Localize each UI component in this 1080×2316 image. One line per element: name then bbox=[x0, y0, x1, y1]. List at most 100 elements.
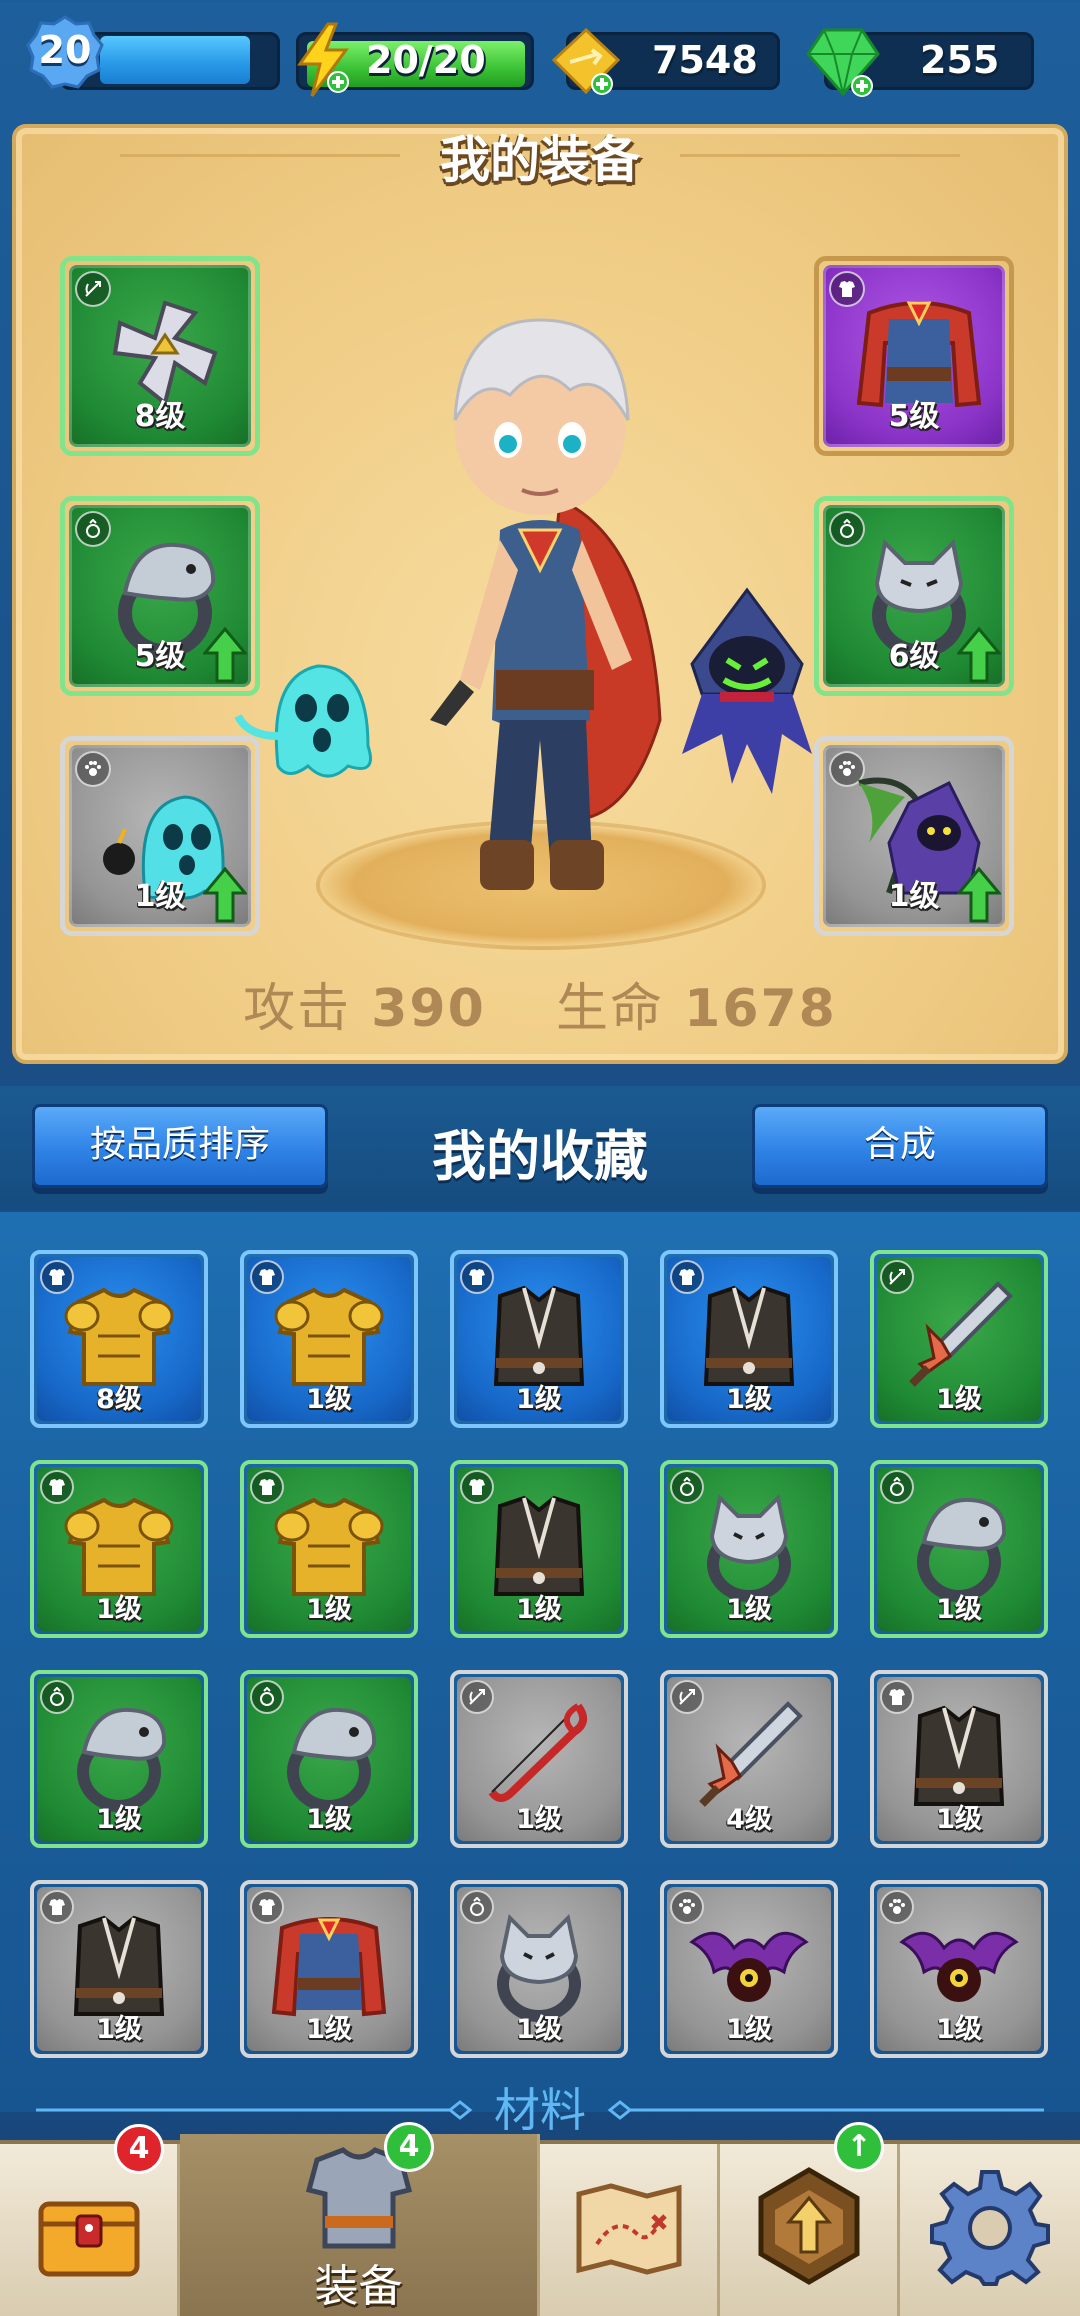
collection-item[interactable]: 1级 bbox=[450, 1880, 628, 2058]
merge-button[interactable]: 合成 bbox=[752, 1104, 1048, 1188]
item-level: 1级 bbox=[726, 2014, 772, 2045]
chest-notification-badge: 4 bbox=[114, 2124, 164, 2174]
collection-item[interactable]: 1级 bbox=[870, 1460, 1048, 1638]
bottom-navigation: 装备 4 4 ↑ bbox=[0, 2122, 1080, 2316]
hp-label: 生命 bbox=[556, 979, 665, 1039]
item-level: 1级 bbox=[96, 1804, 142, 1835]
gold-armor-icon bbox=[274, 1287, 384, 1386]
slot-level: 5级 bbox=[134, 639, 186, 674]
wolf-ring-icon bbox=[497, 1913, 581, 2022]
equipment-notification-badge: 4 bbox=[384, 2122, 434, 2172]
equip-slot-armor[interactable]: 5级 bbox=[814, 256, 1014, 456]
equip-slot-pet-2[interactable]: 1级 bbox=[814, 736, 1014, 936]
collection-item[interactable]: 1级 bbox=[240, 1250, 418, 1428]
collection-item[interactable]: 4级 bbox=[660, 1670, 838, 1848]
nav-tab-settings[interactable] bbox=[900, 2144, 1080, 2316]
gold-coin-icon[interactable] bbox=[548, 26, 624, 98]
item-level: 1级 bbox=[96, 1594, 142, 1625]
treasure-map-icon bbox=[576, 2183, 681, 2275]
collection-title: 我的收藏 bbox=[432, 1125, 648, 1188]
upgrade-notification-badge: ↑ bbox=[834, 2122, 884, 2172]
hero-character[interactable] bbox=[400, 300, 680, 900]
collection-item[interactable]: 1级 bbox=[30, 1460, 208, 1638]
cape-armor-icon bbox=[271, 1917, 387, 2017]
equip-slot-ring-2[interactable]: 6级 bbox=[814, 496, 1014, 696]
collection-item[interactable]: 1级 bbox=[870, 1250, 1048, 1428]
reaper-pet-companion[interactable] bbox=[672, 584, 822, 824]
collection-item[interactable]: 1级 bbox=[240, 1460, 418, 1638]
gold-value: 7548 bbox=[652, 38, 758, 82]
level-progress-fill bbox=[100, 36, 250, 84]
collection-item[interactable]: 8级 bbox=[30, 1250, 208, 1428]
red-bow-icon bbox=[488, 1703, 588, 1802]
nav-tab-chest[interactable] bbox=[0, 2144, 180, 2316]
collection-item[interactable]: 1级 bbox=[450, 1670, 628, 1848]
attack-label: 攻击 bbox=[243, 979, 352, 1039]
energy-value: 20/20 bbox=[366, 38, 486, 82]
slot-level: 1级 bbox=[134, 879, 186, 914]
attack-value: 390 bbox=[371, 979, 486, 1039]
item-level: 1级 bbox=[516, 2014, 562, 2045]
nav-tab-map[interactable] bbox=[540, 2144, 720, 2316]
settings-gear-icon bbox=[930, 2170, 1050, 2286]
collection-item[interactable]: 1级 bbox=[240, 1670, 418, 1848]
nav-equipment-label: 装备 bbox=[314, 2261, 403, 2312]
snake-ring-icon bbox=[287, 1707, 377, 1812]
item-level: 1级 bbox=[516, 1384, 562, 1415]
item-level: 1级 bbox=[726, 1594, 772, 1625]
collection-item[interactable]: 1级 bbox=[660, 1880, 838, 2058]
item-level: 1级 bbox=[306, 2014, 352, 2045]
nav-tab-upgrade[interactable] bbox=[720, 2144, 900, 2316]
energy-lightning-icon[interactable] bbox=[290, 22, 360, 98]
snake-ring-icon bbox=[917, 1497, 1007, 1602]
dark-vest-icon bbox=[73, 1915, 165, 2016]
saw-sword-icon bbox=[909, 1281, 1013, 1387]
gold-armor-icon bbox=[274, 1497, 384, 1596]
slot-level: 5级 bbox=[888, 399, 940, 434]
collection-item[interactable]: 1级 bbox=[660, 1460, 838, 1638]
level-number: 20 bbox=[38, 28, 92, 72]
green-gem-icon[interactable] bbox=[804, 24, 882, 100]
top-status-bar: 20 20/20 7548 255 bbox=[0, 0, 1080, 118]
sort-by-quality-button[interactable]: 按品质排序 bbox=[32, 1104, 328, 1188]
item-level: 1级 bbox=[726, 1384, 772, 1415]
collection-item[interactable]: 1级 bbox=[450, 1250, 628, 1428]
hero-stats: 攻击 390 生命 1678 bbox=[0, 966, 1080, 1041]
gold-armor-icon bbox=[64, 1287, 174, 1386]
collection-item[interactable]: 1级 bbox=[240, 1880, 418, 2058]
item-level: 1级 bbox=[936, 1804, 982, 1835]
hp-value: 1678 bbox=[684, 979, 837, 1039]
nav-tab-equipment[interactable]: 装备 bbox=[180, 2134, 540, 2316]
collection-item[interactable]: 1级 bbox=[30, 1670, 208, 1848]
bat-pet-icon bbox=[689, 1931, 809, 2002]
equip-slot-ring[interactable]: 5级 bbox=[60, 496, 260, 696]
equipment-title: 我的装备 bbox=[440, 131, 640, 189]
slot-level: 8级 bbox=[134, 399, 186, 434]
collection-item[interactable]: 1级 bbox=[870, 1880, 1048, 2058]
collection-header: 按品质排序 我的收藏 合成 bbox=[0, 1086, 1080, 1210]
dark-vest-icon bbox=[703, 1285, 795, 1386]
collection-item[interactable]: 1级 bbox=[870, 1670, 1048, 1848]
treasure-chest-icon bbox=[38, 2201, 139, 2277]
item-level: 4级 bbox=[726, 1804, 772, 1835]
slot-level: 6级 bbox=[888, 639, 940, 674]
collection-item[interactable]: 1级 bbox=[660, 1250, 838, 1428]
item-level: 1级 bbox=[936, 1384, 982, 1415]
bat-pet-icon bbox=[899, 1931, 1019, 2002]
equip-slot-weapon[interactable]: 8级 bbox=[60, 256, 260, 456]
item-level: 1级 bbox=[306, 1594, 352, 1625]
item-level: 1级 bbox=[516, 1594, 562, 1625]
level-badge[interactable]: 20 bbox=[26, 14, 104, 92]
item-level: 8级 bbox=[96, 1384, 142, 1415]
item-level: 1级 bbox=[96, 2014, 142, 2045]
collection-item[interactable]: 1级 bbox=[30, 1880, 208, 2058]
upgrade-hexagon-icon bbox=[758, 2167, 859, 2285]
saw-sword-icon bbox=[699, 1701, 803, 1807]
item-level: 1级 bbox=[306, 1804, 352, 1835]
equip-slot-pet[interactable]: 1级 bbox=[60, 736, 260, 936]
gold-armor-icon bbox=[64, 1497, 174, 1596]
materials-label: 材料 bbox=[494, 2083, 586, 2137]
wolf-ring-icon bbox=[707, 1493, 791, 1602]
item-level: 1级 bbox=[306, 1384, 352, 1415]
collection-item[interactable]: 1级 bbox=[450, 1460, 628, 1638]
